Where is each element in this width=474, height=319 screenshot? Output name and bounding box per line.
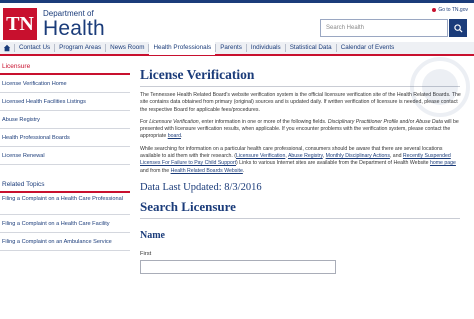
tn-health-logo[interactable]: TN Department of Health bbox=[3, 8, 105, 40]
logo-health-text: Health bbox=[43, 16, 105, 40]
nav-parents[interactable]: Parents bbox=[216, 41, 246, 55]
name-subheading: Name bbox=[140, 229, 165, 241]
search-licensure-heading: Search Licensure bbox=[140, 198, 236, 214]
first-name-input[interactable] bbox=[140, 259, 336, 274]
p3-sep-3: , and bbox=[389, 153, 403, 160]
term-disciplinary-profile: Disciplinary Practitioner Profile bbox=[327, 118, 399, 125]
section-divider bbox=[140, 217, 460, 219]
p3-text-b: ) Links to various Internet sites are av… bbox=[236, 160, 430, 167]
state-seal-watermark bbox=[410, 57, 470, 117]
sidebar-heading-related-topics: Related Topics bbox=[0, 175, 130, 193]
home-button[interactable] bbox=[0, 41, 14, 55]
health-related-boards-link[interactable]: Health Related Boards Website bbox=[171, 168, 243, 174]
sidebar-item-license-renewal[interactable]: License Renewal bbox=[0, 147, 130, 165]
sidebar-item-license-verification-home[interactable]: License Verification Home bbox=[0, 75, 130, 93]
p2-text-c: and/or bbox=[398, 118, 416, 125]
p3-text-c: and from the bbox=[140, 167, 171, 174]
data-last-updated: Data Last Updated: 8/3/2016 bbox=[140, 181, 262, 193]
resources-paragraph: While searching for information on a par… bbox=[140, 146, 462, 175]
nav-contact-us[interactable]: Contact Us bbox=[15, 41, 54, 55]
p2-text-e: . bbox=[180, 133, 183, 140]
term-licensure-verification: Licensure Verification bbox=[149, 118, 199, 125]
goto-tn-gov-label: Go to TN.gov bbox=[438, 7, 468, 13]
sidebar-item-licensed-facilities[interactable]: Licensed Health Facilities Listings bbox=[0, 93, 130, 111]
nav-health-professionals[interactable]: Health Professionals bbox=[149, 41, 216, 55]
sidebar-item-complaint-ambulance[interactable]: Filing a Complaint on an Ambulance Servi… bbox=[0, 233, 130, 251]
nav-individuals[interactable]: Individuals bbox=[247, 41, 285, 55]
p2-text-b: , enter information in one or more of th… bbox=[198, 118, 328, 125]
home-icon bbox=[3, 44, 11, 52]
site-header: TN Department of Health Go to TN.gov Sea… bbox=[0, 0, 474, 42]
tn-gov-icon bbox=[432, 8, 437, 12]
search-input[interactable]: Search Health bbox=[320, 19, 448, 37]
abuse-registry-link[interactable]: Abuse Registry bbox=[288, 153, 323, 159]
main-content: License Verification The Tennessee Healt… bbox=[140, 57, 470, 319]
sidebar-item-health-professional-boards[interactable]: Health Professional Boards bbox=[0, 129, 130, 147]
p2-text-a: For bbox=[140, 118, 150, 125]
sidebar-item-complaint-facility[interactable]: Filing a Complaint on a Health Care Faci… bbox=[0, 215, 130, 233]
nav-calendar-of-events[interactable]: Calendar of Events bbox=[337, 41, 399, 55]
main-nav: Contact Us Program Areas News Room Healt… bbox=[0, 41, 474, 56]
first-name-label: First bbox=[140, 250, 152, 257]
nav-statistical-data[interactable]: Statistical Data bbox=[286, 41, 336, 55]
home-page-link[interactable]: home page bbox=[430, 160, 456, 166]
sidebar-item-complaint-professional[interactable]: Filing a Complaint on a Health Care Prof… bbox=[0, 193, 130, 215]
sidebar-item-abuse-registry[interactable]: Abuse Registry bbox=[0, 111, 130, 129]
nav-news-room[interactable]: News Room bbox=[106, 41, 148, 55]
search-button[interactable] bbox=[449, 19, 467, 37]
monthly-disciplinary-actions-link[interactable]: Monthly Disciplinary Actions bbox=[326, 153, 390, 159]
search-icon bbox=[453, 23, 463, 33]
term-abuse-data: Abuse Data bbox=[415, 118, 443, 125]
sidebar: Licensure License Verification Home Lice… bbox=[0, 57, 130, 319]
nav-program-areas[interactable]: Program Areas bbox=[55, 41, 105, 55]
board-link[interactable]: board bbox=[168, 133, 181, 139]
instructions-paragraph: For Licensure Verification, enter inform… bbox=[140, 119, 462, 141]
sidebar-heading-licensure: Licensure bbox=[0, 57, 130, 75]
tn-logo-mark: TN bbox=[3, 8, 37, 40]
logo-text: Department of Health bbox=[43, 9, 105, 40]
p3-text-d: . bbox=[242, 167, 245, 174]
licensure-verification-link[interactable]: Licensure Verification bbox=[236, 153, 285, 159]
goto-tn-gov-link[interactable]: Go to TN.gov bbox=[432, 7, 468, 13]
